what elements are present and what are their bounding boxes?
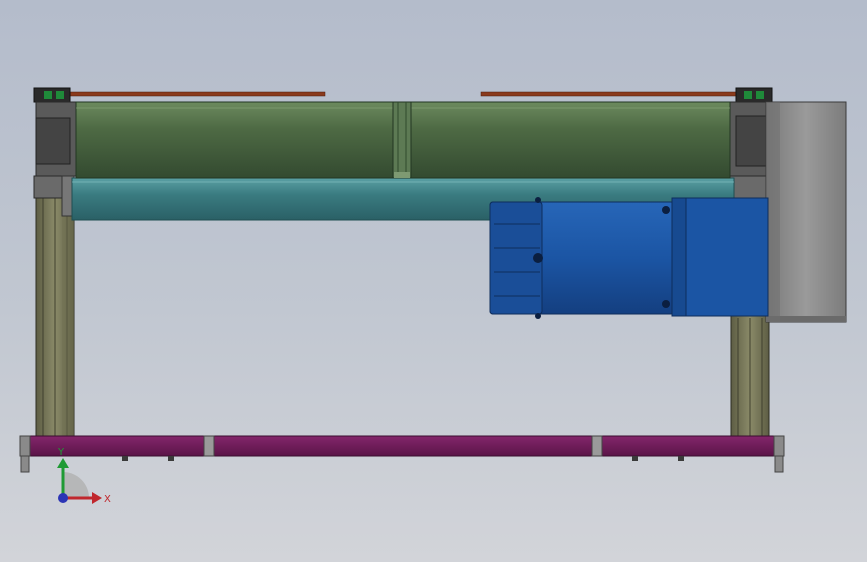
upper-roller <box>75 101 731 179</box>
cad-viewport[interactable]: Y X <box>0 0 867 562</box>
left-bearing-block <box>33 87 77 217</box>
y-axis-label: Y <box>57 447 65 458</box>
coordinate-triad <box>57 458 102 504</box>
motor <box>489 197 769 319</box>
machine-drawing: Y X <box>19 87 847 505</box>
right-post <box>730 315 770 439</box>
left-post <box>35 195 75 439</box>
guide-rods <box>39 91 772 97</box>
gearbox <box>765 101 847 323</box>
base-rail <box>19 435 785 473</box>
x-axis-label: X <box>104 494 111 505</box>
